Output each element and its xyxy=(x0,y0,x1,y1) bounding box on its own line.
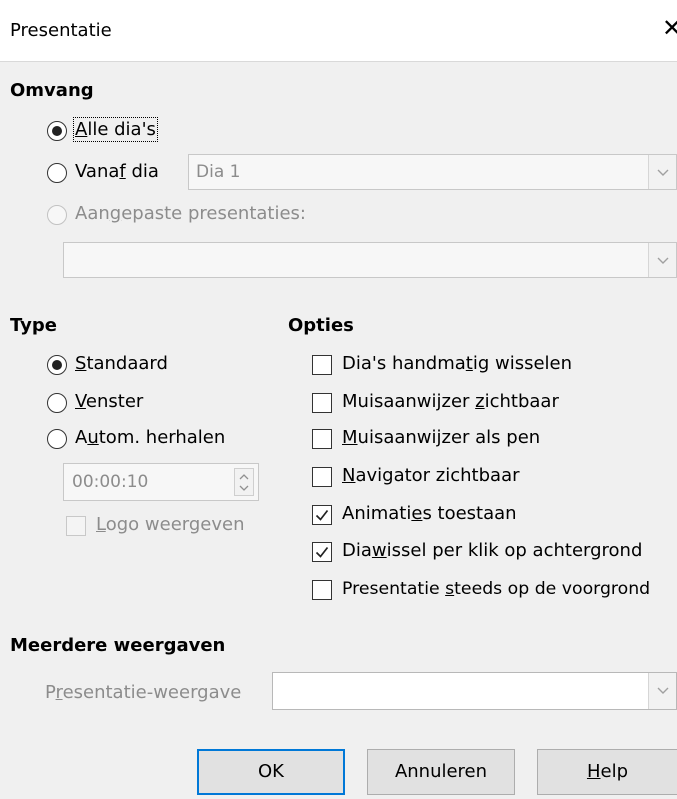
label-navigator[interactable]: Navigator zichtbaar xyxy=(342,465,520,487)
options-heading: Opties xyxy=(288,315,354,336)
custom-show-dropdown[interactable] xyxy=(63,242,677,278)
title-bar: Presentatie ✕ xyxy=(0,0,677,62)
help-button[interactable]: Help xyxy=(537,749,677,795)
label-loop[interactable]: Autom. herhalen xyxy=(75,427,225,449)
checkbox-pointer-pen[interactable] xyxy=(312,429,332,449)
spin-arrows-icon[interactable] xyxy=(234,468,254,496)
cancel-button[interactable]: Annuleren xyxy=(367,749,515,795)
label-show-logo: Logo weergeven xyxy=(96,514,245,535)
radio-from-slide[interactable] xyxy=(47,163,67,183)
checkbox-click-background[interactable] xyxy=(312,542,332,562)
checkbox-navigator[interactable] xyxy=(312,467,332,487)
close-icon[interactable]: ✕ xyxy=(662,16,677,40)
type-heading: Type xyxy=(10,315,57,336)
chevron-down-icon[interactable] xyxy=(648,673,676,709)
label-window[interactable]: Venster xyxy=(75,391,143,413)
from-slide-value: Dia 1 xyxy=(196,162,241,182)
label-animations[interactable]: Animaties toestaan xyxy=(342,503,517,525)
label-pointer-visible[interactable]: Muisaanwijzer zichtbaar xyxy=(342,391,559,413)
radio-standard[interactable] xyxy=(47,355,67,375)
label-custom-show: Aangepaste presentaties: xyxy=(75,203,306,224)
label-from-slide[interactable]: Vanaf dia xyxy=(75,161,159,183)
label-presentation-display: Presentatie-weergave xyxy=(45,682,242,703)
checkbox-always-front[interactable] xyxy=(312,580,332,600)
checkmark-icon xyxy=(315,546,329,558)
radio-window[interactable] xyxy=(47,393,67,413)
label-manual-advance[interactable]: Dia's handmatig wisselen xyxy=(342,353,572,375)
chevron-down-icon[interactable] xyxy=(648,243,676,277)
range-heading: Omvang xyxy=(10,80,94,101)
chevron-down-icon[interactable] xyxy=(648,155,676,189)
dialog-title: Presentatie xyxy=(10,20,112,41)
radio-custom-show[interactable] xyxy=(47,205,67,225)
presentation-display-dropdown[interactable] xyxy=(272,672,677,710)
checkbox-animations[interactable] xyxy=(312,505,332,525)
from-slide-dropdown[interactable]: Dia 1 xyxy=(188,154,677,190)
label-click-background[interactable]: Diawissel per klik op achtergrond xyxy=(342,540,642,562)
checkbox-manual-advance[interactable] xyxy=(312,355,332,375)
label-always-front[interactable]: Presentatie steeds op de voorgrond xyxy=(342,578,650,600)
label-pointer-pen[interactable]: Muisaanwijzer als pen xyxy=(342,427,540,449)
radio-loop[interactable] xyxy=(47,429,67,449)
ok-button[interactable]: OK xyxy=(197,749,345,795)
label-all-slides[interactable]: Alle dia's xyxy=(73,117,158,142)
checkmark-icon xyxy=(315,509,329,521)
loop-time-value: 00:00:10 xyxy=(72,472,149,492)
checkbox-pointer-visible[interactable] xyxy=(312,393,332,413)
multi-display-heading: Meerdere weergaven xyxy=(10,635,226,656)
label-standard[interactable]: Standaard xyxy=(75,353,168,375)
loop-time-stepper[interactable]: 00:00:10 xyxy=(63,463,259,501)
checkbox-show-logo[interactable] xyxy=(66,516,86,536)
radio-all-slides[interactable] xyxy=(47,121,67,141)
